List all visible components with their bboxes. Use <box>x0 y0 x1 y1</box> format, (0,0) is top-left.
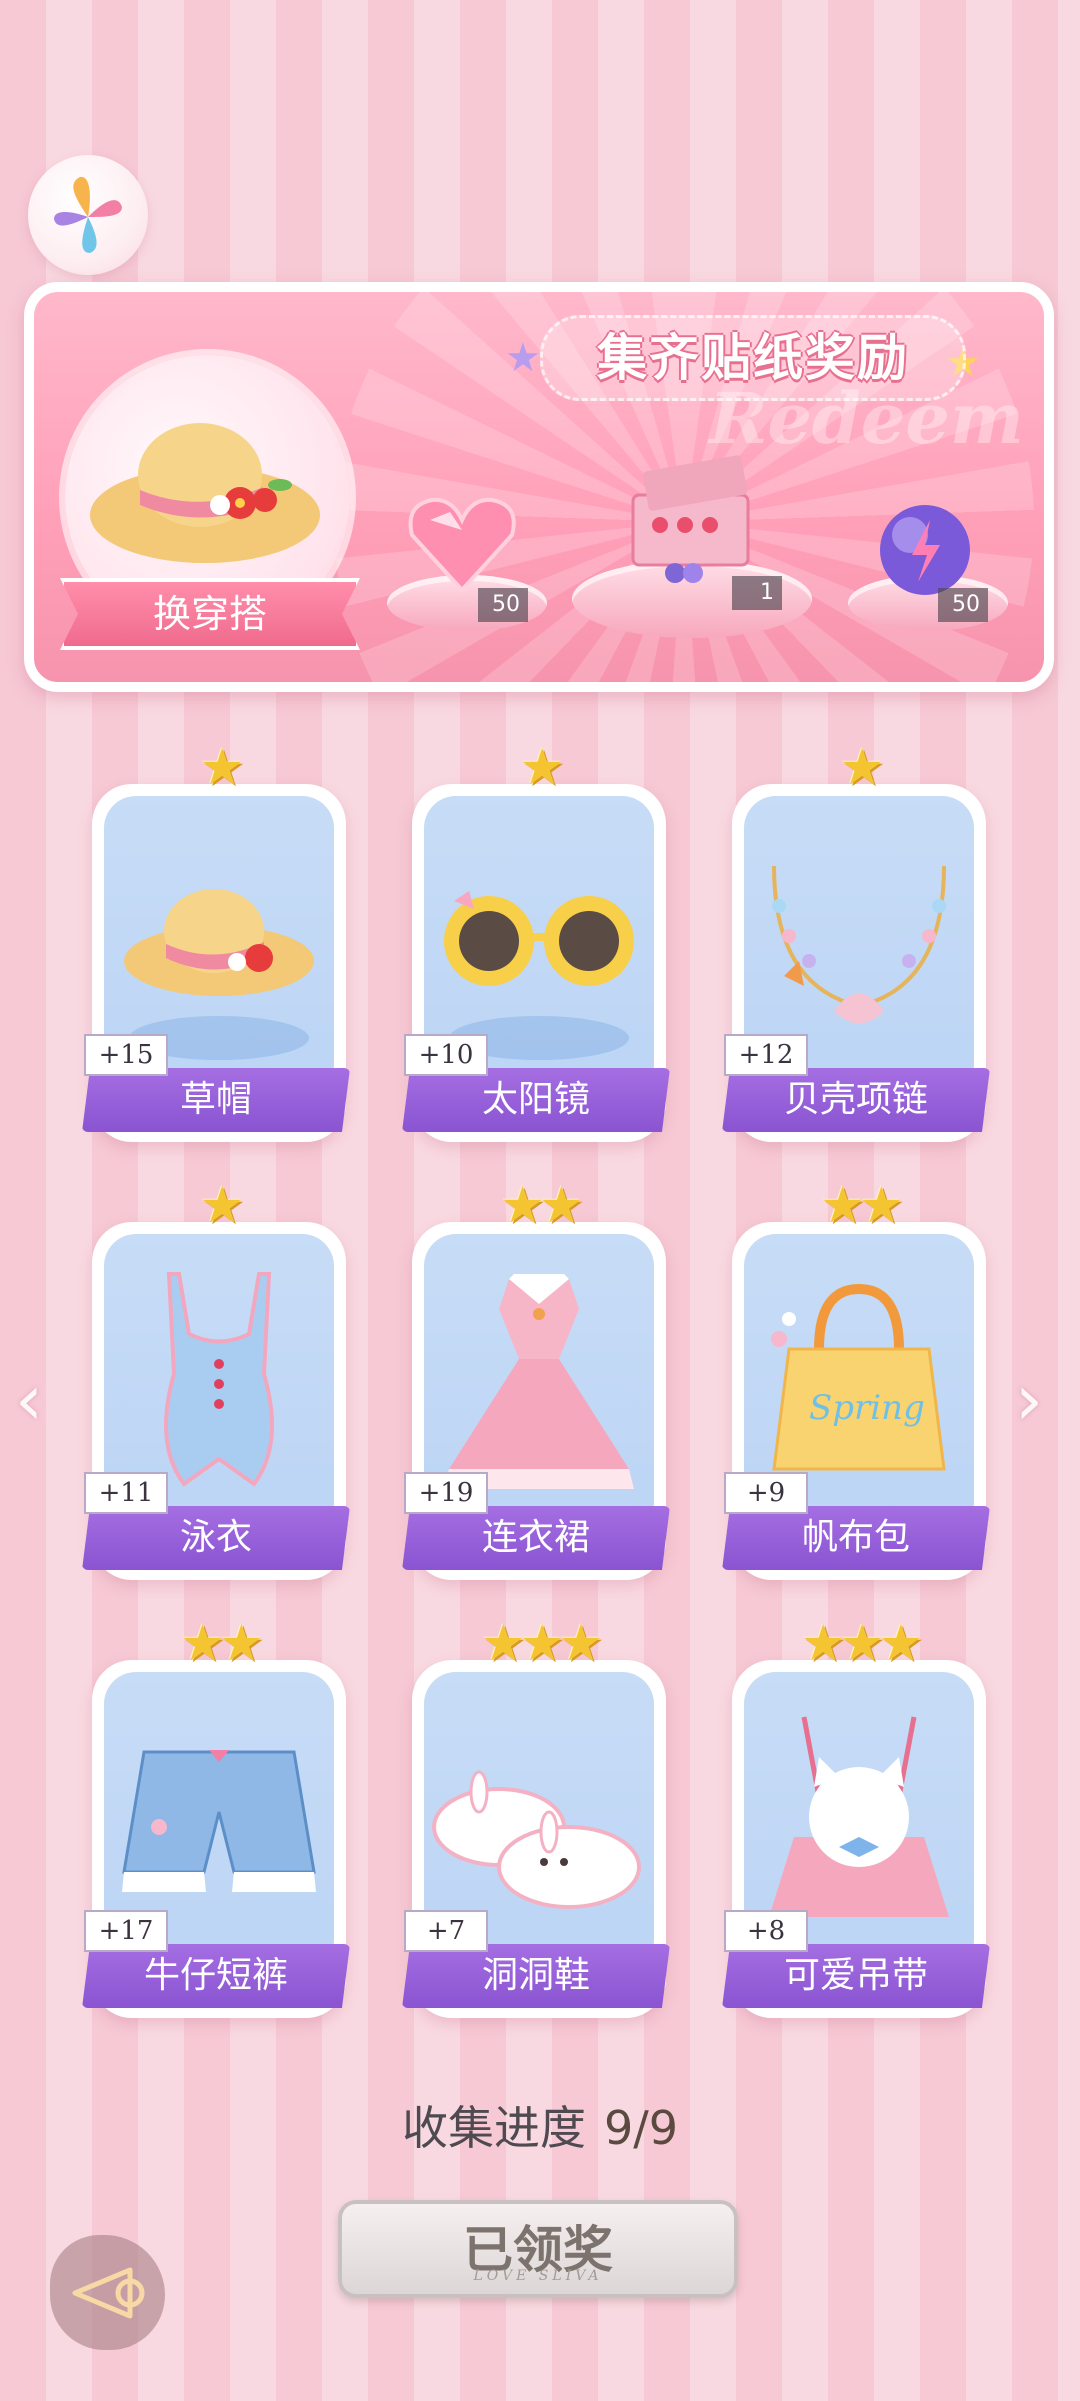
canvas-bag-icon: Spring <box>771 1283 946 1471</box>
next-page-arrow-icon[interactable]: › <box>1015 1365 1065 1435</box>
item-name: 草帽 <box>82 1068 350 1132</box>
item-name: 帆布包 <box>722 1506 990 1570</box>
star-rating: ★ <box>839 738 885 796</box>
item-card-swimsuit[interactable]: ★ 泳衣 +11 <box>82 1178 350 1580</box>
item-name: 太阳镜 <box>402 1068 670 1132</box>
item-card-cute-camisole[interactable]: ★★★ 可爱吊带 +8 <box>722 1616 990 2018</box>
back-arrow-icon <box>72 2267 145 2319</box>
shell-necklace-icon <box>772 865 946 1024</box>
star-deco-icon: ★ <box>505 335 541 381</box>
star-rating: ★★★ <box>800 1614 923 1672</box>
straw-hat-icon <box>124 889 314 996</box>
star-rating: ★ <box>519 738 565 796</box>
item-name: 可爱吊带 <box>722 1944 990 2008</box>
item-card-canvas-bag[interactable]: ★★ Spring 帆布包 +9 <box>722 1178 990 1580</box>
item-card-shell-necklace[interactable]: ★ 贝壳项链 +12 <box>722 740 990 1142</box>
collection-progress: 收集进度 9/9 <box>0 2092 1080 2158</box>
item-card-clogs[interactable]: ★★★ 洞洞鞋 +7 <box>402 1616 670 2018</box>
item-card-denim-shorts[interactable]: ★★ 牛仔短裤 +17 <box>82 1616 350 2018</box>
svg-text:Spring: Spring <box>809 1388 925 1428</box>
banner-title: 集齐贴纸奖励 <box>540 315 966 401</box>
star-rating: ★★★ <box>480 1614 603 1672</box>
gift-box-icon <box>631 455 750 583</box>
switch-outfit-button[interactable]: 换穿搭 <box>60 578 360 650</box>
energy-orb-icon <box>880 505 970 595</box>
back-button[interactable] <box>50 2235 165 2350</box>
claimed-sublabel: LOVE SLIVA <box>473 2268 603 2284</box>
cat-camisole-icon <box>769 1716 949 1917</box>
star-rating: ★★ <box>820 1176 904 1234</box>
reward-count: 50 <box>938 588 988 622</box>
bonus-badge: +15 <box>84 1034 168 1076</box>
star-rating: ★ <box>199 1176 245 1234</box>
bonus-badge: +19 <box>404 1472 488 1514</box>
claimed-button[interactable]: 已领奖 LOVE SLIVA <box>338 2200 738 2298</box>
item-name: 洞洞鞋 <box>402 1944 670 2008</box>
swimsuit-icon <box>164 1272 274 1487</box>
bonus-badge: +9 <box>724 1472 808 1514</box>
star-rating: ★★ <box>180 1614 264 1672</box>
bonus-badge: +12 <box>724 1034 808 1076</box>
star-rating: ★ <box>199 738 245 796</box>
item-name: 牛仔短裤 <box>82 1944 350 2008</box>
reward-count: 50 <box>478 588 528 622</box>
progress-value: 9/9 <box>603 2101 679 2155</box>
bonus-badge: +11 <box>84 1472 168 1514</box>
heart-gem-icon <box>408 497 516 593</box>
dress-icon <box>444 1274 634 1489</box>
pinwheel-icon <box>54 176 122 253</box>
sunglasses-icon <box>444 891 634 986</box>
bonus-badge: +17 <box>84 1910 168 1952</box>
reward-count: 1 <box>732 576 782 610</box>
prev-page-arrow-icon[interactable]: ‹ <box>15 1365 65 1435</box>
item-card-straw-hat[interactable]: ★ 草帽 +15 <box>82 740 350 1142</box>
item-card-dress[interactable]: ★★ 连衣裙 +19 <box>402 1178 670 1580</box>
denim-shorts-icon <box>122 1750 316 1892</box>
bonus-badge: +10 <box>404 1034 488 1076</box>
bonus-badge: +7 <box>404 1910 488 1952</box>
item-name: 连衣裙 <box>402 1506 670 1570</box>
app-logo-button[interactable] <box>28 155 148 275</box>
item-name: 泳衣 <box>82 1506 350 1570</box>
item-name: 贝壳项链 <box>722 1068 990 1132</box>
item-card-sunglasses[interactable]: ★ 太阳镜 +10 <box>402 740 670 1142</box>
star-rating: ★★ <box>500 1176 584 1234</box>
clogs-icon <box>432 1770 641 1909</box>
progress-label: 收集进度 <box>401 2101 586 2155</box>
bonus-badge: +8 <box>724 1910 808 1952</box>
